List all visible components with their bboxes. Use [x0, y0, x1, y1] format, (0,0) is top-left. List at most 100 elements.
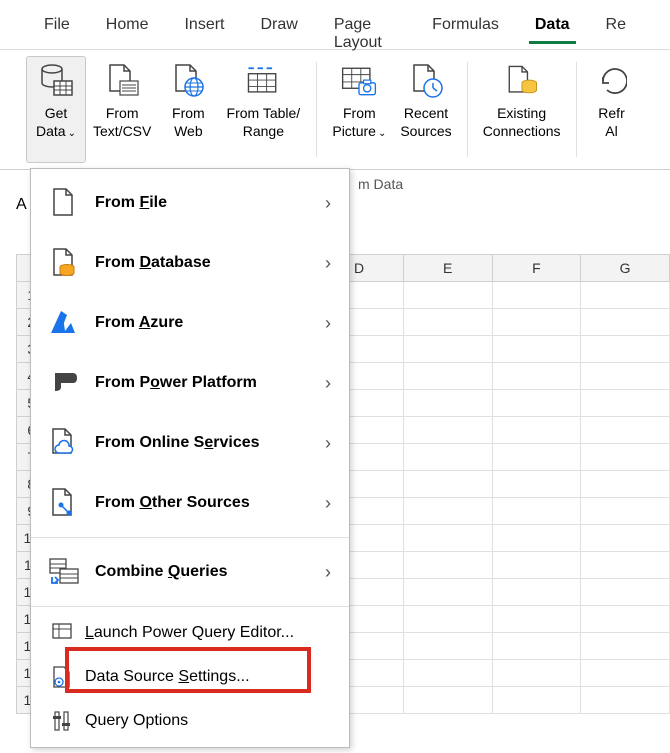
cell[interactable]: [492, 309, 581, 336]
cell[interactable]: [403, 390, 492, 417]
menu-label: From Other Sources: [95, 494, 325, 512]
menu-data-source-settings[interactable]: Data Source Settings...: [31, 655, 349, 699]
cell[interactable]: [492, 282, 581, 309]
tab-review-cut[interactable]: Re: [588, 8, 644, 44]
from-text-csv-label: From Text/CSV: [93, 105, 151, 140]
cell[interactable]: [581, 660, 670, 687]
options-icon: [49, 709, 75, 733]
menu-from-power-platform[interactable]: From Power Platform ›: [31, 353, 349, 413]
chevron-right-icon: ›: [325, 253, 331, 274]
cell[interactable]: [403, 660, 492, 687]
cell[interactable]: [403, 606, 492, 633]
menu-combine-queries[interactable]: Combine Queries ›: [31, 542, 349, 602]
cell[interactable]: [403, 471, 492, 498]
cell[interactable]: [492, 687, 581, 714]
cell[interactable]: [581, 579, 670, 606]
cell[interactable]: [581, 444, 670, 471]
from-picture-button[interactable]: From Picture⌄: [325, 56, 393, 163]
picture-icon: [339, 61, 379, 101]
ribbon-group-label: m Data: [358, 176, 403, 192]
cell[interactable]: [403, 363, 492, 390]
cell[interactable]: [581, 633, 670, 660]
cell[interactable]: [492, 552, 581, 579]
tab-formulas[interactable]: Formulas: [414, 8, 517, 44]
cell[interactable]: [492, 444, 581, 471]
tab-page-layout[interactable]: Page Layout: [316, 8, 414, 62]
cell[interactable]: [403, 336, 492, 363]
cell[interactable]: [403, 579, 492, 606]
col-header[interactable]: E: [403, 255, 492, 282]
from-text-csv-button[interactable]: From Text/CSV: [86, 56, 158, 163]
existing-connections-button[interactable]: Existing Connections: [476, 56, 568, 163]
chevron-right-icon: ›: [325, 433, 331, 454]
cell[interactable]: [492, 633, 581, 660]
cell[interactable]: [581, 552, 670, 579]
cell[interactable]: [581, 363, 670, 390]
cell[interactable]: [581, 309, 670, 336]
name-box[interactable]: A: [16, 196, 27, 214]
cell[interactable]: [492, 336, 581, 363]
cell[interactable]: [581, 417, 670, 444]
cell[interactable]: [581, 471, 670, 498]
cell[interactable]: [492, 471, 581, 498]
col-header[interactable]: F: [492, 255, 581, 282]
cell[interactable]: [403, 309, 492, 336]
settings-file-icon: [49, 665, 75, 689]
cell[interactable]: [581, 336, 670, 363]
tab-home[interactable]: Home: [88, 8, 167, 44]
cell[interactable]: [581, 282, 670, 309]
ribbon: Get Data⌄ From Text/CSV: [0, 50, 670, 170]
recent-icon: [406, 61, 446, 101]
cell[interactable]: [492, 606, 581, 633]
file-icon: [47, 187, 81, 219]
menu-query-options[interactable]: Query Options: [31, 699, 349, 743]
other-sources-icon: [47, 487, 81, 519]
cell[interactable]: [581, 390, 670, 417]
from-table-range-button[interactable]: From Table/ Range: [218, 56, 308, 163]
cell[interactable]: [581, 606, 670, 633]
get-data-label: Get Data⌄: [36, 105, 76, 140]
menu-from-file[interactable]: From File ›: [31, 173, 349, 233]
menu-label: From Database: [95, 254, 325, 272]
cell[interactable]: [403, 444, 492, 471]
cell[interactable]: [403, 525, 492, 552]
menu-from-azure[interactable]: From Azure ›: [31, 293, 349, 353]
power-platform-icon: [47, 367, 81, 399]
refresh-all-button[interactable]: Refr Al: [585, 56, 639, 163]
col-header[interactable]: G: [581, 255, 670, 282]
cell[interactable]: [403, 282, 492, 309]
recent-sources-button[interactable]: Recent Sources: [393, 56, 458, 163]
cell[interactable]: [403, 687, 492, 714]
chevron-right-icon: ›: [325, 193, 331, 214]
tab-file[interactable]: File: [26, 8, 88, 44]
cell[interactable]: [492, 525, 581, 552]
cell[interactable]: [403, 552, 492, 579]
tab-draw[interactable]: Draw: [242, 8, 315, 44]
cell[interactable]: [492, 390, 581, 417]
connections-icon: [502, 61, 542, 101]
from-web-button[interactable]: From Web: [158, 56, 218, 163]
tab-data[interactable]: Data: [517, 8, 588, 44]
cell[interactable]: [492, 363, 581, 390]
recent-sources-label: Recent Sources: [400, 105, 451, 140]
from-web-label: From Web: [172, 105, 205, 140]
ribbon-separator: [467, 62, 468, 157]
cell[interactable]: [581, 525, 670, 552]
cell[interactable]: [492, 498, 581, 525]
cell[interactable]: [403, 498, 492, 525]
tab-insert[interactable]: Insert: [166, 8, 242, 44]
cell[interactable]: [492, 660, 581, 687]
cell[interactable]: [581, 498, 670, 525]
menu-from-other-sources[interactable]: From Other Sources ›: [31, 473, 349, 533]
menu-from-database[interactable]: From Database ›: [31, 233, 349, 293]
cell[interactable]: [492, 579, 581, 606]
menu-label: From Power Platform: [95, 374, 325, 392]
cell[interactable]: [581, 687, 670, 714]
cell[interactable]: [492, 417, 581, 444]
cell[interactable]: [403, 633, 492, 660]
menu-from-online-services[interactable]: From Online Services ›: [31, 413, 349, 473]
get-data-button[interactable]: Get Data⌄: [26, 56, 86, 163]
cell[interactable]: [403, 417, 492, 444]
menu-label: Query Options: [85, 712, 335, 730]
menu-launch-power-query[interactable]: Launch Power Query Editor...: [31, 611, 349, 655]
